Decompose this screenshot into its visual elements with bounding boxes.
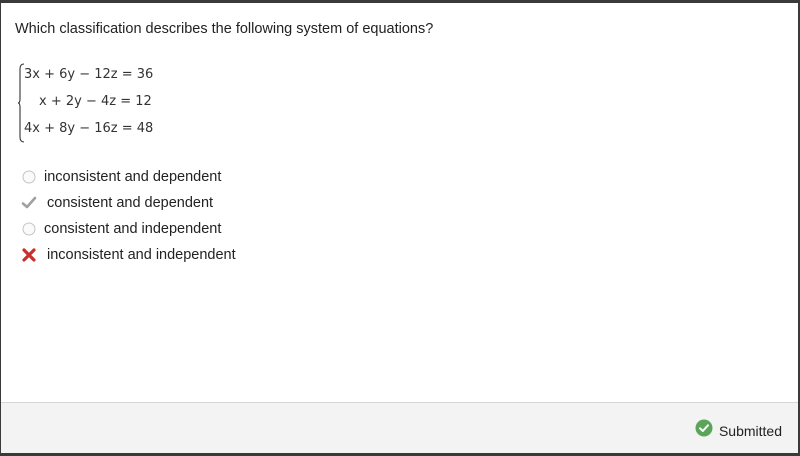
radio-empty-icon[interactable] [18, 166, 40, 188]
footer-bar: Submitted [1, 402, 798, 453]
option-consistent-dependent[interactable]: consistent and dependent [18, 192, 213, 214]
equation-system: 3x + 6y − 12z = 36 x + 2y − 4z = 12 4x +… [18, 63, 158, 143]
option-label: inconsistent and independent [47, 247, 236, 263]
option-inconsistent-dependent[interactable]: inconsistent and dependent [18, 166, 221, 188]
radio-empty-icon[interactable] [18, 218, 40, 240]
option-label: inconsistent and dependent [44, 169, 222, 185]
option-inconsistent-independent[interactable]: inconsistent and independent [18, 244, 236, 266]
equation-1: 3x + 6y − 12z = 36 [24, 67, 154, 82]
green-check-circle-icon [695, 419, 713, 442]
submission-status: Submitted [695, 419, 782, 442]
option-label: consistent and independent [44, 221, 222, 237]
status-text: Submitted [718, 422, 782, 439]
red-x-icon [18, 244, 40, 266]
option-consistent-independent[interactable]: consistent and independent [18, 218, 221, 240]
question-panel: Which classification describes the follo… [1, 3, 798, 453]
gray-check-icon [18, 192, 40, 214]
equation-2: x + 2y − 4z = 12 [39, 94, 152, 109]
option-label: consistent and dependent [47, 195, 214, 211]
equation-3: 4x + 8y − 16z = 48 [24, 121, 154, 136]
question-text: Which classification describes the follo… [15, 21, 434, 37]
